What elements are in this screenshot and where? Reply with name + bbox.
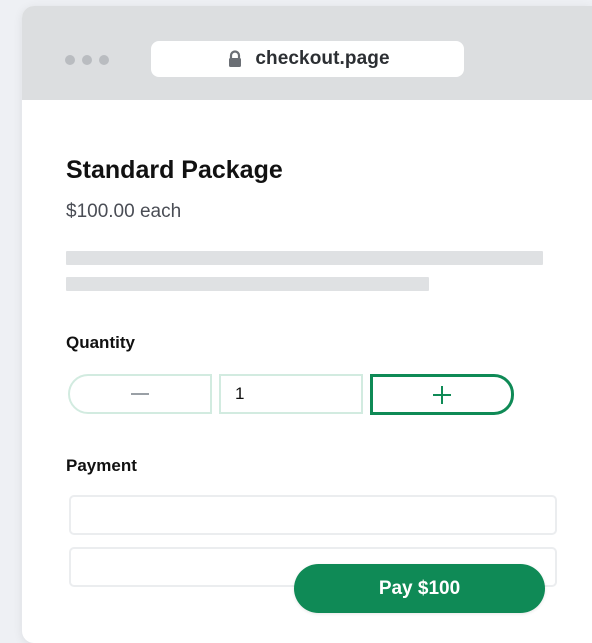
browser-titlebar: checkout.page	[22, 6, 592, 100]
lock-icon	[225, 49, 245, 69]
card-number-field[interactable]	[69, 495, 557, 535]
address-bar-url: checkout.page	[255, 48, 390, 69]
product-price: $100.00 each	[66, 201, 182, 222]
product-title: Standard Package	[66, 156, 283, 184]
quantity-decrement-button[interactable]	[68, 374, 212, 414]
plus-icon	[433, 385, 451, 404]
address-bar[interactable]: checkout.page	[151, 41, 464, 77]
quantity-increment-button[interactable]	[370, 374, 514, 415]
window-dot-minimize[interactable]	[82, 55, 92, 65]
window-dot-maximize[interactable]	[99, 55, 109, 65]
quantity-label: Quantity	[66, 333, 135, 352]
window-controls	[65, 55, 109, 65]
pay-button[interactable]: Pay $100	[294, 564, 545, 613]
description-placeholder-line	[66, 277, 429, 291]
quantity-stepper[interactable]	[219, 374, 363, 414]
browser-window: checkout.page Standard Package $100.00 e…	[22, 6, 592, 643]
description-placeholder-line	[66, 251, 543, 265]
quantity-input[interactable]	[221, 376, 355, 412]
checkout-content: Standard Package $100.00 each Quantity P…	[22, 100, 592, 643]
minus-icon	[131, 393, 149, 395]
payment-label: Payment	[66, 456, 137, 475]
window-dot-close[interactable]	[65, 55, 75, 65]
